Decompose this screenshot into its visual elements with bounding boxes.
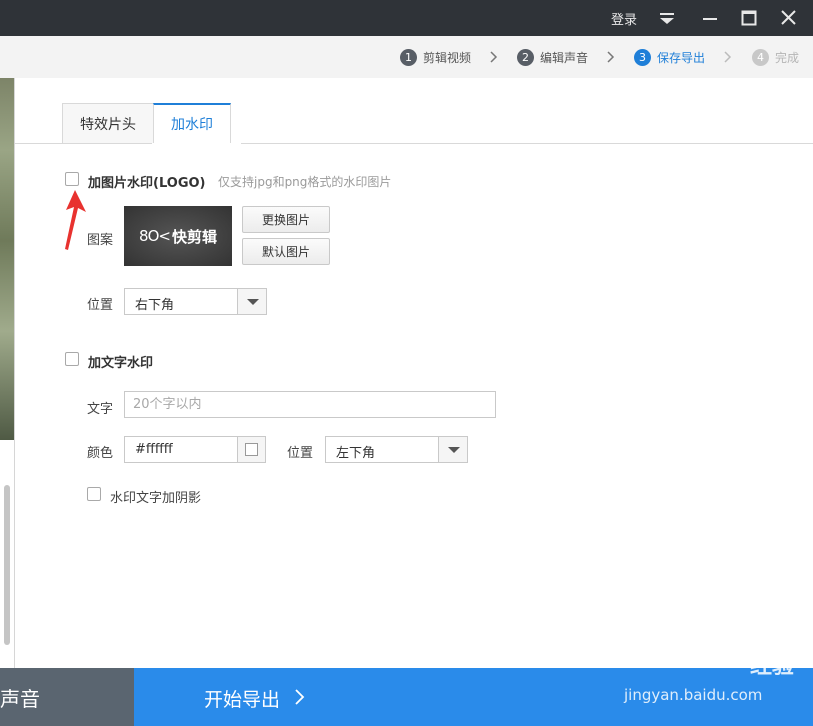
start-export-label: 开始导出 <box>204 689 281 711</box>
step-number: 4 <box>752 48 769 66</box>
step-label: 剪辑视频 <box>423 50 472 65</box>
maximize-icon[interactable] <box>736 6 762 30</box>
shadow-checkbox[interactable] <box>87 487 101 501</box>
text-label: 文字 <box>87 402 114 417</box>
close-icon[interactable] <box>776 6 802 30</box>
default-image-button[interactable]: 默认图片 <box>242 238 330 265</box>
color-value: #ffffff <box>135 442 173 457</box>
step-edit-video[interactable]: 1 剪辑视频 <box>400 47 471 67</box>
menu-dropdown-icon[interactable] <box>654 6 680 30</box>
start-export-button[interactable]: 开始导出 <box>134 668 813 726</box>
step-save-export[interactable]: 3 保存导出 <box>634 47 705 67</box>
logo-symbol: 8O< <box>139 227 171 245</box>
text-position-value: 左下角 <box>336 446 376 461</box>
shadow-label: 水印文字加阴影 <box>110 491 202 506</box>
pattern-label: 图案 <box>87 233 114 248</box>
image-watermark-title: 加图片水印(LOGO) <box>88 176 206 191</box>
tab-bar: 特效片头 加水印 <box>62 103 231 143</box>
chevron-down-icon <box>438 437 467 462</box>
step-number: 3 <box>634 48 651 66</box>
logo-text: 快剪辑 <box>171 227 217 246</box>
video-preview-image <box>0 78 14 440</box>
scrollbar[interactable] <box>4 485 10 645</box>
chevron-right-icon <box>724 51 732 63</box>
watermark-text-input[interactable] <box>124 391 496 418</box>
step-number: 2 <box>517 48 534 66</box>
edit-audio-label: 辑声音 <box>0 686 40 711</box>
step-label: 完成 <box>775 50 800 65</box>
steps-bar: 1 剪辑视频 2 编辑声音 3 保存导出 4 完成 <box>0 36 813 78</box>
image-position-value: 右下角 <box>135 298 175 313</box>
tab-divider <box>15 143 813 144</box>
panel-divider <box>14 78 15 668</box>
watermark-logo-preview: 8O< 快剪辑 <box>124 206 232 266</box>
chevron-right-icon <box>295 689 305 705</box>
annotation-arrow-icon <box>65 190 86 250</box>
tab-divider-gap <box>152 143 241 144</box>
chevron-down-icon <box>237 289 266 314</box>
chevron-right-icon <box>490 51 498 63</box>
tab-effect-intro[interactable]: 特效片头 <box>62 103 154 143</box>
step-label: 保存导出 <box>657 50 706 65</box>
text-watermark-title: 加文字水印 <box>88 356 154 371</box>
login-link[interactable]: 登录 <box>611 9 637 28</box>
step-finish: 4 完成 <box>752 47 799 67</box>
image-watermark-checkbox[interactable] <box>65 172 79 186</box>
image-position-label: 位置 <box>87 298 114 313</box>
minimize-icon[interactable] <box>697 6 723 30</box>
text-position-label: 位置 <box>287 446 314 461</box>
tab-add-watermark[interactable]: 加水印 <box>153 103 231 143</box>
color-label: 颜色 <box>87 446 114 461</box>
color-value-field[interactable]: #ffffff <box>124 436 238 463</box>
chevron-right-icon <box>607 51 615 63</box>
text-position-select[interactable]: 左下角 <box>325 436 468 463</box>
edit-audio-button[interactable]: 辑声音 <box>0 668 134 726</box>
step-edit-audio[interactable]: 2 编辑声音 <box>517 47 588 67</box>
step-number: 1 <box>400 48 417 66</box>
step-label: 编辑声音 <box>540 50 589 65</box>
image-position-select[interactable]: 右下角 <box>124 288 267 315</box>
color-swatch <box>245 443 258 456</box>
image-watermark-hint: 仅支持jpg和png格式的水印图片 <box>218 175 392 189</box>
title-bar: 登录 <box>0 0 813 36</box>
text-watermark-checkbox[interactable] <box>65 352 79 366</box>
replace-image-button[interactable]: 更换图片 <box>242 206 330 233</box>
color-picker-button[interactable] <box>237 436 266 463</box>
